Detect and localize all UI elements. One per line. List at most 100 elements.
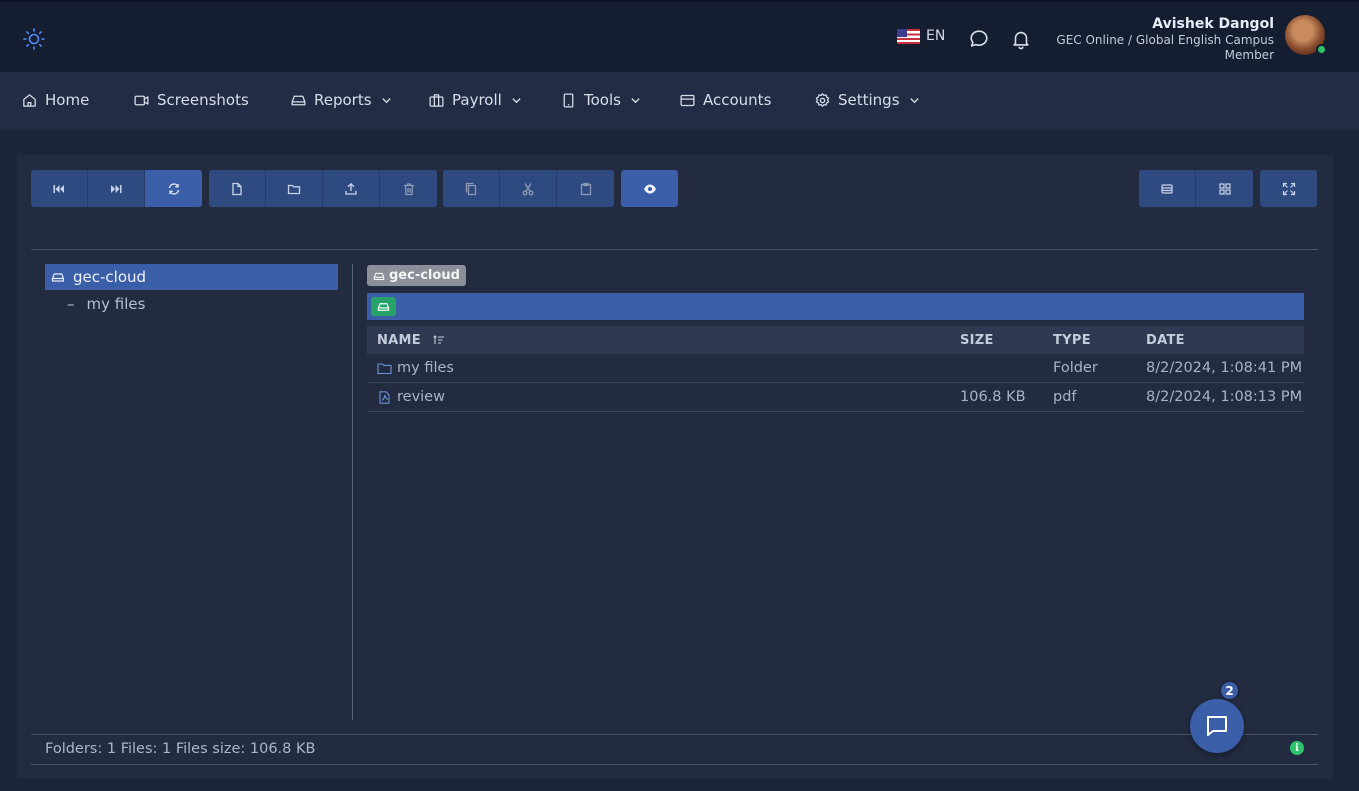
new-file-icon <box>232 182 242 195</box>
user-info[interactable]: Avishek Dangol GEC Online / Global Engli… <box>1056 15 1274 63</box>
credit-card-icon <box>680 94 695 106</box>
user-name: Avishek Dangol <box>1152 16 1274 32</box>
new-file-button[interactable] <box>209 170 266 207</box>
nav-payroll-label: Payroll <box>452 91 502 109</box>
fullscreen-button[interactable] <box>1260 170 1317 207</box>
main-nav: Home Screenshots Reports Payroll Tools A… <box>0 72 1359 129</box>
grid-view-button[interactable] <box>1196 170 1253 207</box>
row-date: 8/2/2024, 1:08:13 PM <box>1146 389 1303 405</box>
paste-icon <box>580 182 591 195</box>
cut-icon <box>522 182 534 195</box>
status-divider-bottom <box>31 764 1318 765</box>
language-selector[interactable]: EN <box>897 28 945 44</box>
grid-view-icon <box>1218 182 1231 195</box>
delete-button[interactable] <box>380 170 437 207</box>
nav-home-label: Home <box>45 91 90 109</box>
column-name-label: NAME <box>377 332 421 348</box>
sun-icon[interactable] <box>22 27 46 51</box>
nav-reports[interactable]: Reports <box>290 87 392 113</box>
chevron-down-icon <box>631 97 640 103</box>
upload-icon <box>345 182 357 195</box>
refresh-button[interactable] <box>145 170 202 207</box>
toolbar-file-group <box>209 170 437 207</box>
tablet-icon <box>563 92 574 108</box>
chevron-down-icon <box>909 97 919 103</box>
details-view-icon <box>1161 183 1173 194</box>
status-divider-top <box>31 734 1318 735</box>
table-row[interactable]: review 106.8 KB pdf 8/2/2024, 1:08:13 PM <box>367 383 1304 412</box>
copy-icon <box>465 182 477 195</box>
tree-child-label: my files <box>86 295 146 313</box>
column-header-date[interactable]: DATE <box>1146 333 1304 348</box>
row-type: Folder <box>1053 360 1098 376</box>
delete-icon <box>403 182 414 195</box>
skip-back-icon <box>53 184 64 193</box>
chat-unread-badge: 2 <box>1219 680 1240 701</box>
column-header-type[interactable]: TYPE <box>1053 333 1146 348</box>
row-name-cell: my files <box>367 360 960 376</box>
user-role: Member <box>1224 48 1274 62</box>
user-organization: GEC Online / Global English Campus <box>1056 33 1274 47</box>
gear-icon <box>815 92 830 107</box>
briefcase-icon <box>429 93 444 107</box>
column-header-size[interactable]: SIZE <box>960 333 1053 348</box>
fullscreen-icon <box>1282 182 1295 195</box>
folder-tree: gec-cloud – my files <box>45 264 338 318</box>
details-view-button[interactable] <box>1139 170 1196 207</box>
avatar[interactable] <box>1285 15 1327 55</box>
chat-icon[interactable] <box>968 28 990 50</box>
drive-icon <box>51 273 65 282</box>
sort-icon <box>433 335 444 344</box>
info-icon[interactable]: i <box>1290 741 1304 755</box>
nav-accounts-label: Accounts <box>703 91 772 109</box>
skip-forward-icon <box>111 184 122 193</box>
nav-screenshots[interactable]: Screenshots <box>133 87 249 113</box>
new-folder-icon <box>287 184 301 194</box>
status-text: Folders: 1 Files: 1 Files size: 106.8 KB <box>45 741 316 757</box>
nav-settings[interactable]: Settings <box>814 87 920 113</box>
nav-payroll[interactable]: Payroll <box>428 87 522 113</box>
drive-icon <box>373 272 385 280</box>
toolbar-view-group <box>1139 170 1253 207</box>
nav-home[interactable]: Home <box>21 87 89 113</box>
row-name: my files <box>397 360 454 376</box>
toolbar-fullscreen-group <box>1260 170 1317 207</box>
tree-item-my-files[interactable]: – my files <box>45 290 338 318</box>
row-name: review <box>397 389 445 405</box>
nav-accounts[interactable]: Accounts <box>679 87 771 113</box>
row-size: 106.8 KB <box>960 389 1026 405</box>
upload-button[interactable] <box>323 170 380 207</box>
tree-root-label: gec-cloud <box>73 268 147 286</box>
drive-icon <box>291 95 306 105</box>
paste-button[interactable] <box>557 170 614 207</box>
preview-eye-icon <box>643 184 656 193</box>
folder-icon <box>377 362 392 374</box>
path-home-button[interactable] <box>371 297 396 316</box>
cut-button[interactable] <box>500 170 557 207</box>
us-flag-icon <box>897 28 920 44</box>
skip-back-button[interactable] <box>31 170 88 207</box>
pdf-file-icon <box>379 390 390 404</box>
online-status-dot <box>1316 44 1327 55</box>
chevron-down-icon <box>512 97 521 103</box>
chevron-down-icon <box>381 97 391 103</box>
bell-icon[interactable] <box>1010 28 1032 50</box>
pane-splitter[interactable] <box>352 264 353 720</box>
file-grid: NAME SIZE TYPE DATE my files Folder 8/2/… <box>367 326 1304 412</box>
skip-forward-button[interactable] <box>88 170 145 207</box>
nav-reports-label: Reports <box>314 91 372 109</box>
table-row[interactable]: my files Folder 8/2/2024, 1:08:41 PM <box>367 354 1304 383</box>
column-header-name[interactable]: NAME <box>367 333 960 348</box>
breadcrumb[interactable]: gec-cloud <box>367 265 466 286</box>
video-icon <box>134 95 149 105</box>
new-folder-button[interactable] <box>266 170 323 207</box>
preview-button[interactable] <box>621 170 678 207</box>
top-header: EN Avishek Dangol GEC Online / Global En… <box>0 0 1359 72</box>
message-icon <box>1207 716 1227 736</box>
copy-button[interactable] <box>443 170 500 207</box>
nav-tools-label: Tools <box>584 91 621 109</box>
file-manager-panel: gec-cloud – my files gec-cloud NAME SIZE… <box>17 155 1333 779</box>
nav-tools[interactable]: Tools <box>560 87 641 113</box>
chat-button[interactable] <box>1190 699 1244 753</box>
tree-item-gec-cloud[interactable]: gec-cloud <box>45 264 338 290</box>
